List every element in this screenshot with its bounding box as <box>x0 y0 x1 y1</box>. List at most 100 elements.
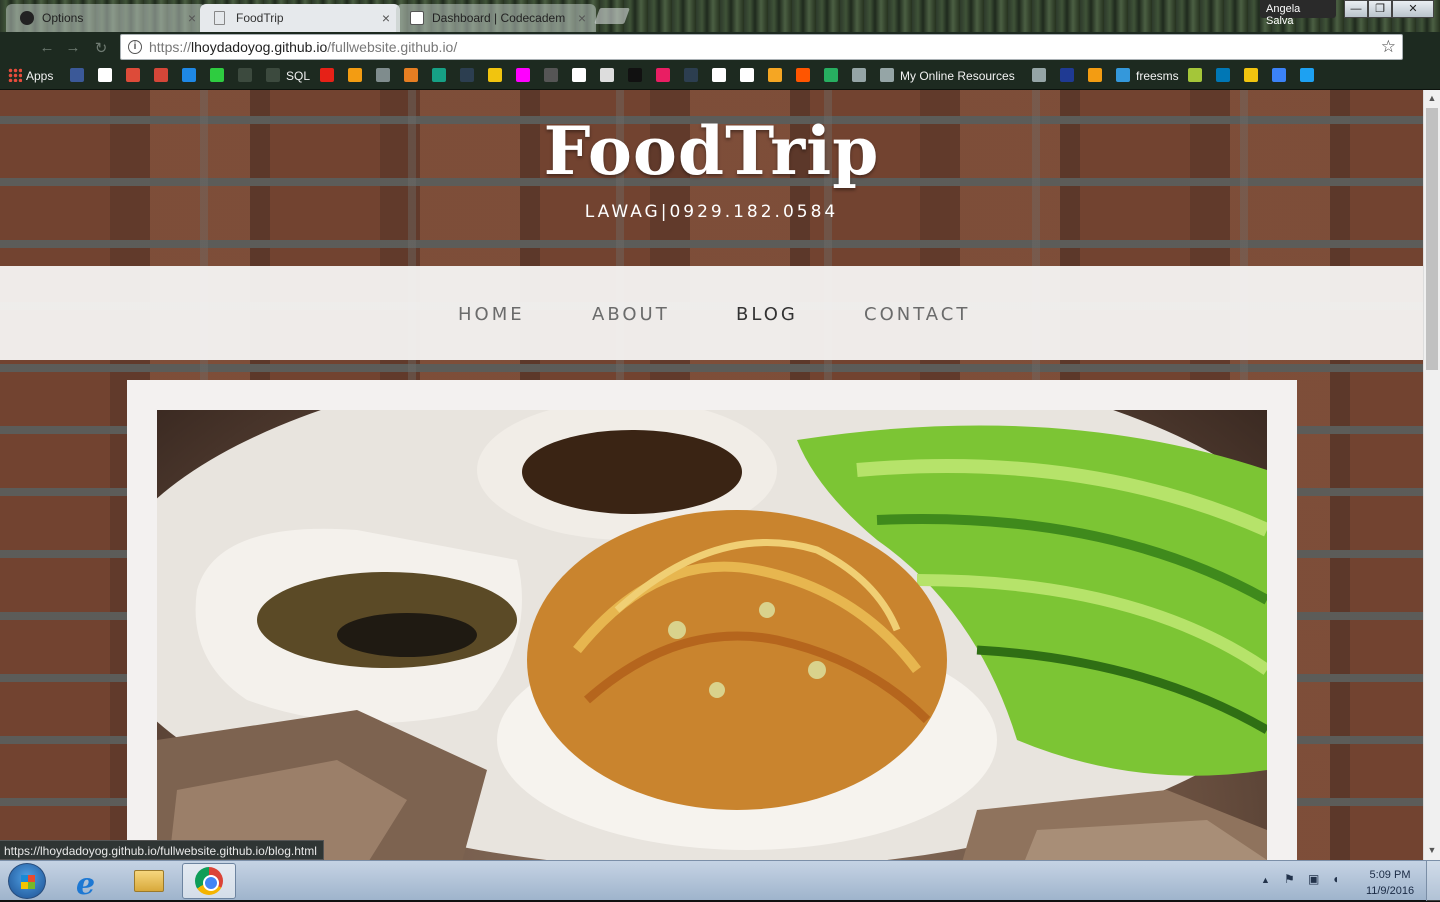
bookmark-bookmark-19[interactable] <box>628 67 642 85</box>
minimize-button[interactable]: — <box>1344 0 1368 18</box>
link-status-bubble: https://lhoydadoyog.github.io/fullwebsit… <box>0 840 324 860</box>
bookmark-bookmark-20[interactable] <box>656 67 670 85</box>
facebook-icon <box>70 68 84 82</box>
site-subtitle: LAWAG|0929.182.0584 <box>584 202 839 222</box>
page-scrollbar[interactable]: ▲ ▼ <box>1423 90 1440 860</box>
system-clock[interactable]: 5:09 PM 11/9/2016 <box>1350 867 1430 899</box>
bookmark-bookmark-27[interactable] <box>852 67 866 85</box>
bookmark-bookmark-23[interactable] <box>740 67 754 85</box>
windows-taskbar: e ▲ ⚑ ▣ ◖ 5:09 PM 11/9/2016 <box>0 860 1440 902</box>
bookmark-google[interactable] <box>98 67 112 85</box>
bookmark-bookmark-24[interactable] <box>768 67 782 85</box>
network-icon[interactable]: ▣ <box>1308 872 1319 886</box>
bookmark-bookmark-18[interactable] <box>600 67 614 85</box>
close-icon[interactable]: × <box>188 10 196 26</box>
bookmark-bookmark-14[interactable] <box>488 67 502 85</box>
nav-link-contact[interactable]: CONTACT <box>864 304 970 325</box>
nav-link-home[interactable]: HOME <box>458 304 525 325</box>
bookmark-label: freesms <box>1136 69 1179 83</box>
url-host: lhoydadoyog.github.io <box>191 39 328 55</box>
bookmark-24-icon <box>768 68 782 82</box>
bookmark-gmail[interactable] <box>154 67 168 85</box>
back-button[interactable]: ← <box>38 39 56 56</box>
bookmark-bookmark-13[interactable] <box>460 67 474 85</box>
bookmark-bookmark-37[interactable] <box>1300 67 1314 85</box>
tab-title: FoodTrip <box>236 11 284 25</box>
close-window-button[interactable]: ✕ <box>1392 0 1434 18</box>
tray-overflow-arrow-icon[interactable]: ▲ <box>1261 875 1270 885</box>
action-center-flag-icon[interactable]: ⚑ <box>1284 872 1295 886</box>
sql-icon <box>266 68 280 82</box>
bookmark-youtube[interactable] <box>320 67 334 85</box>
github-icon <box>20 11 34 25</box>
clock-time: 5:09 PM <box>1369 869 1411 881</box>
profile-button[interactable]: Angela Salva <box>1260 0 1336 27</box>
bookmark-bookmark-15[interactable] <box>516 67 530 85</box>
bookmark-android[interactable] <box>1188 67 1202 85</box>
lightning-bookmark-icon <box>210 68 224 82</box>
bookmark-sql[interactable]: SQL <box>266 67 310 85</box>
scroll-thumb[interactable] <box>1426 108 1438 370</box>
reload-button[interactable]: ↻ <box>92 39 110 57</box>
bookmark-bookmark-11[interactable] <box>404 67 418 85</box>
bookmark-bookmark-12[interactable] <box>432 67 446 85</box>
bookmark-bookmark-30[interactable] <box>1060 67 1074 85</box>
show-desktop-button[interactable] <box>1426 861 1440 901</box>
bookmark-apps[interactable]: Apps <box>8 67 53 85</box>
bookmark-bookmark-9[interactable] <box>348 67 362 85</box>
forward-button[interactable]: → <box>64 39 82 56</box>
bookmark-linkedin[interactable] <box>1216 67 1230 85</box>
bookmark-blank-page[interactable] <box>238 67 252 85</box>
bookmark-bookmark-36[interactable] <box>1272 67 1286 85</box>
new-tab-button[interactable] <box>594 8 630 24</box>
android-icon <box>1188 68 1202 82</box>
bookmark-soundcloud[interactable] <box>796 67 810 85</box>
close-icon[interactable]: × <box>578 10 586 26</box>
nav-link-blog[interactable]: BLOG <box>736 304 798 325</box>
bookmark-bookmark-17[interactable] <box>572 67 586 85</box>
close-icon[interactable]: × <box>382 10 390 26</box>
linkedin-icon <box>1216 68 1230 82</box>
bookmark-lightning-bookmark[interactable] <box>210 67 224 85</box>
freesms-icon <box>1116 68 1130 82</box>
bookmark-9-icon <box>348 68 362 82</box>
bookmark-shield-bookmark[interactable] <box>182 67 196 85</box>
bookmark-google-plus[interactable] <box>126 67 140 85</box>
bookmark-bookmark-21[interactable] <box>684 67 698 85</box>
site-title: FoodTrip <box>543 112 880 190</box>
bookmark-freesms[interactable]: freesms <box>1116 67 1179 85</box>
bookmark-bookmark-31[interactable] <box>1088 67 1102 85</box>
address-bar[interactable]: i https://lhoydadoyog.github.io/fullwebs… <box>120 34 1403 60</box>
taskbar-chrome[interactable] <box>182 863 236 899</box>
bookmark-bookmark-26[interactable] <box>824 67 838 85</box>
bookmark-facebook[interactable] <box>70 67 84 85</box>
info-icon[interactable]: i <box>128 40 142 54</box>
bookmark-bookmark-22[interactable] <box>712 67 726 85</box>
bookmark-my-online-resources[interactable]: My Online Resources <box>880 67 1015 85</box>
nav-link-about[interactable]: ABOUT <box>592 304 670 325</box>
scroll-up-arrow-icon[interactable]: ▲ <box>1424 90 1440 106</box>
bookmark-bookmark-16[interactable] <box>544 67 558 85</box>
bookmark-12-icon <box>432 68 446 82</box>
taskbar-file-explorer[interactable] <box>122 863 176 899</box>
tab-title: Dashboard | Codecadem <box>432 11 566 25</box>
bookmark-31-icon <box>1088 68 1102 82</box>
shield-bookmark-icon <box>182 68 196 82</box>
bookmark-bookmark-29[interactable] <box>1032 67 1046 85</box>
bookmark-star-icon[interactable]: ☆ <box>1381 37 1396 57</box>
restore-button[interactable]: ❐ <box>1368 0 1392 18</box>
tab-options[interactable]: Options × <box>6 4 206 32</box>
bookmark-bookmark-35[interactable] <box>1244 67 1258 85</box>
bookmark-27-icon <box>852 68 866 82</box>
bookmark-30-icon <box>1060 68 1074 82</box>
start-button[interactable] <box>8 863 46 899</box>
site-navigation: HOME ABOUT BLOG CONTACT <box>0 266 1423 360</box>
bookmark-bookmark-10[interactable] <box>376 67 390 85</box>
volume-muted-icon[interactable]: ◖ <box>1332 872 1339 886</box>
clock-date: 11/9/2016 <box>1365 885 1415 897</box>
tab-codecademy[interactable]: Dashboard | Codecadem × <box>396 4 596 32</box>
bookmark-21-icon <box>684 68 698 82</box>
scroll-down-arrow-icon[interactable]: ▼ <box>1424 842 1440 858</box>
taskbar-internet-explorer[interactable]: e <box>62 863 116 902</box>
tab-foodtrip[interactable]: FoodTrip × <box>200 4 400 32</box>
